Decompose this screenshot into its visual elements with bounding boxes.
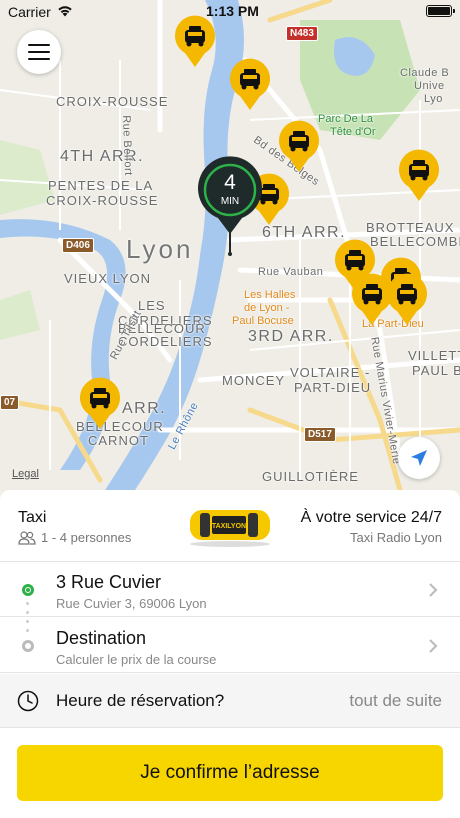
map-label-pentes-2: CROIX-ROUSSE [46,193,159,208]
map-view[interactable]: CROIX-ROUSSE 4TH ARR. PENTES DE LA CROIX… [0,0,460,490]
map-label-pentes: PENTES DE LA [48,178,154,193]
road-badge-07: 07 [0,395,20,410]
capacity: 1 - 4 personnes [18,530,131,545]
road-badge-n483: N483 [286,26,318,41]
status-bar: Carrier 1:13 PM [0,0,460,24]
booking-sheet: Taxi 1 - 4 personnes TAXILYON À votre se… [0,490,460,818]
destination-subtitle: Calculer le prix de la course [56,652,217,667]
confirm-address-button[interactable]: Je confirme l’adresse [17,745,443,801]
poi-claude: Claude B [400,67,450,79]
taxi-car-icon: TAXILYON [190,510,270,547]
booking-time-row[interactable]: Heure de réservation? tout de suite [0,674,460,728]
carrier-label: Carrier [8,4,51,20]
taxi-marker-icon[interactable] [77,376,123,430]
status-time: 1:13 PM [206,3,259,19]
eta-unit: MIN [220,196,240,207]
map-label-voltaire: VOLTAIRE - [290,365,371,380]
road-badge-d517: D517 [304,427,336,442]
destination-dot-icon [22,640,34,652]
service-availability: À votre service 24/7 [300,509,442,526]
pickup-eta-pin[interactable]: 4 MIN [196,156,264,256]
poi-halles: Les Halles [244,289,296,301]
poi-claude-2: Unive [414,80,445,92]
road-badge-d406: D406 [62,238,94,253]
street-rue-belfort: Rue Belfort [120,115,135,176]
map-label-moncey: MONCEY [222,373,286,388]
poi-parc: Parc De La [318,113,374,125]
destination-title: Destination [56,628,147,648]
pickup-subtitle: Rue Cuvier 3, 69006 Lyon [56,596,207,611]
taxi-marker-icon[interactable] [276,119,322,173]
menu-button[interactable] [17,30,61,74]
destination-row[interactable]: Destination Calculer le prix de la cours… [0,618,460,673]
street-rue-vauban: Rue Vauban [258,266,324,278]
map-label-vieux-lyon: VIEUX LYON [64,271,152,286]
pickup-title: 3 Rue Cuvier [56,572,162,592]
service-company: Taxi Radio Lyon [349,530,442,545]
poi-claude-3: Lyo [424,93,443,105]
map-label-city: Lyon [126,234,194,264]
capacity-text: 1 - 4 personnes [41,530,132,545]
chevron-right-icon [429,583,438,597]
chevron-right-icon [429,639,438,653]
legal-link[interactable]: Legal [12,468,39,480]
battery-icon [426,5,455,17]
map-label-carnot: CARNOT [88,433,149,448]
booking-time-label: Heure de réservation? [56,691,225,710]
wifi-icon [58,6,72,17]
service-row[interactable]: Taxi 1 - 4 personnes TAXILYON À votre se… [0,490,460,562]
map-label-guillotiere: GUILLOTIÈRE [262,469,359,484]
poi-halles-2: de Lyon - [244,302,290,314]
map-label-3rd-arr: 3RD ARR. [248,328,334,345]
poi-parc-2: Tête d'Or [330,126,376,138]
booking-time-value: tout de suite [349,691,442,710]
map-label-villette-2: PAUL BERT [412,363,460,378]
clock-icon [17,690,39,712]
map-label-bellecour-2: CORDELIERS [118,334,213,349]
locate-me-button[interactable] [398,437,440,479]
pickup-address-row[interactable]: 3 Rue Cuvier Rue Cuvier 3, 69006 Lyon [0,562,460,617]
map-label-brotteaux: BROTTEAUX - [366,220,460,235]
map-label-brotteaux-2: BELLECOMBE [370,234,460,249]
taxi-marker-icon[interactable] [396,148,442,202]
eta-value: 4 [224,171,236,194]
map-label-villette: VILLETTE [408,348,460,363]
map-label-voltaire-2: PART-DIEU [294,380,372,395]
poi-halles-3: Paul Bocuse [232,315,294,327]
hamburger-icon [28,44,50,60]
people-icon [18,530,36,545]
taxi-car-label: TAXILYON [212,523,246,530]
pickup-dot-icon [22,584,34,596]
map-label-les: LES [138,298,166,313]
map-label-2nd-arr: ARR. [122,400,167,417]
location-arrow-icon [411,450,427,466]
map-label-croix-rousse: CROIX-ROUSSE [56,94,169,109]
taxi-marker-icon[interactable] [227,57,273,111]
taxi-marker-icon[interactable] [384,272,430,326]
service-name: Taxi [18,509,47,526]
